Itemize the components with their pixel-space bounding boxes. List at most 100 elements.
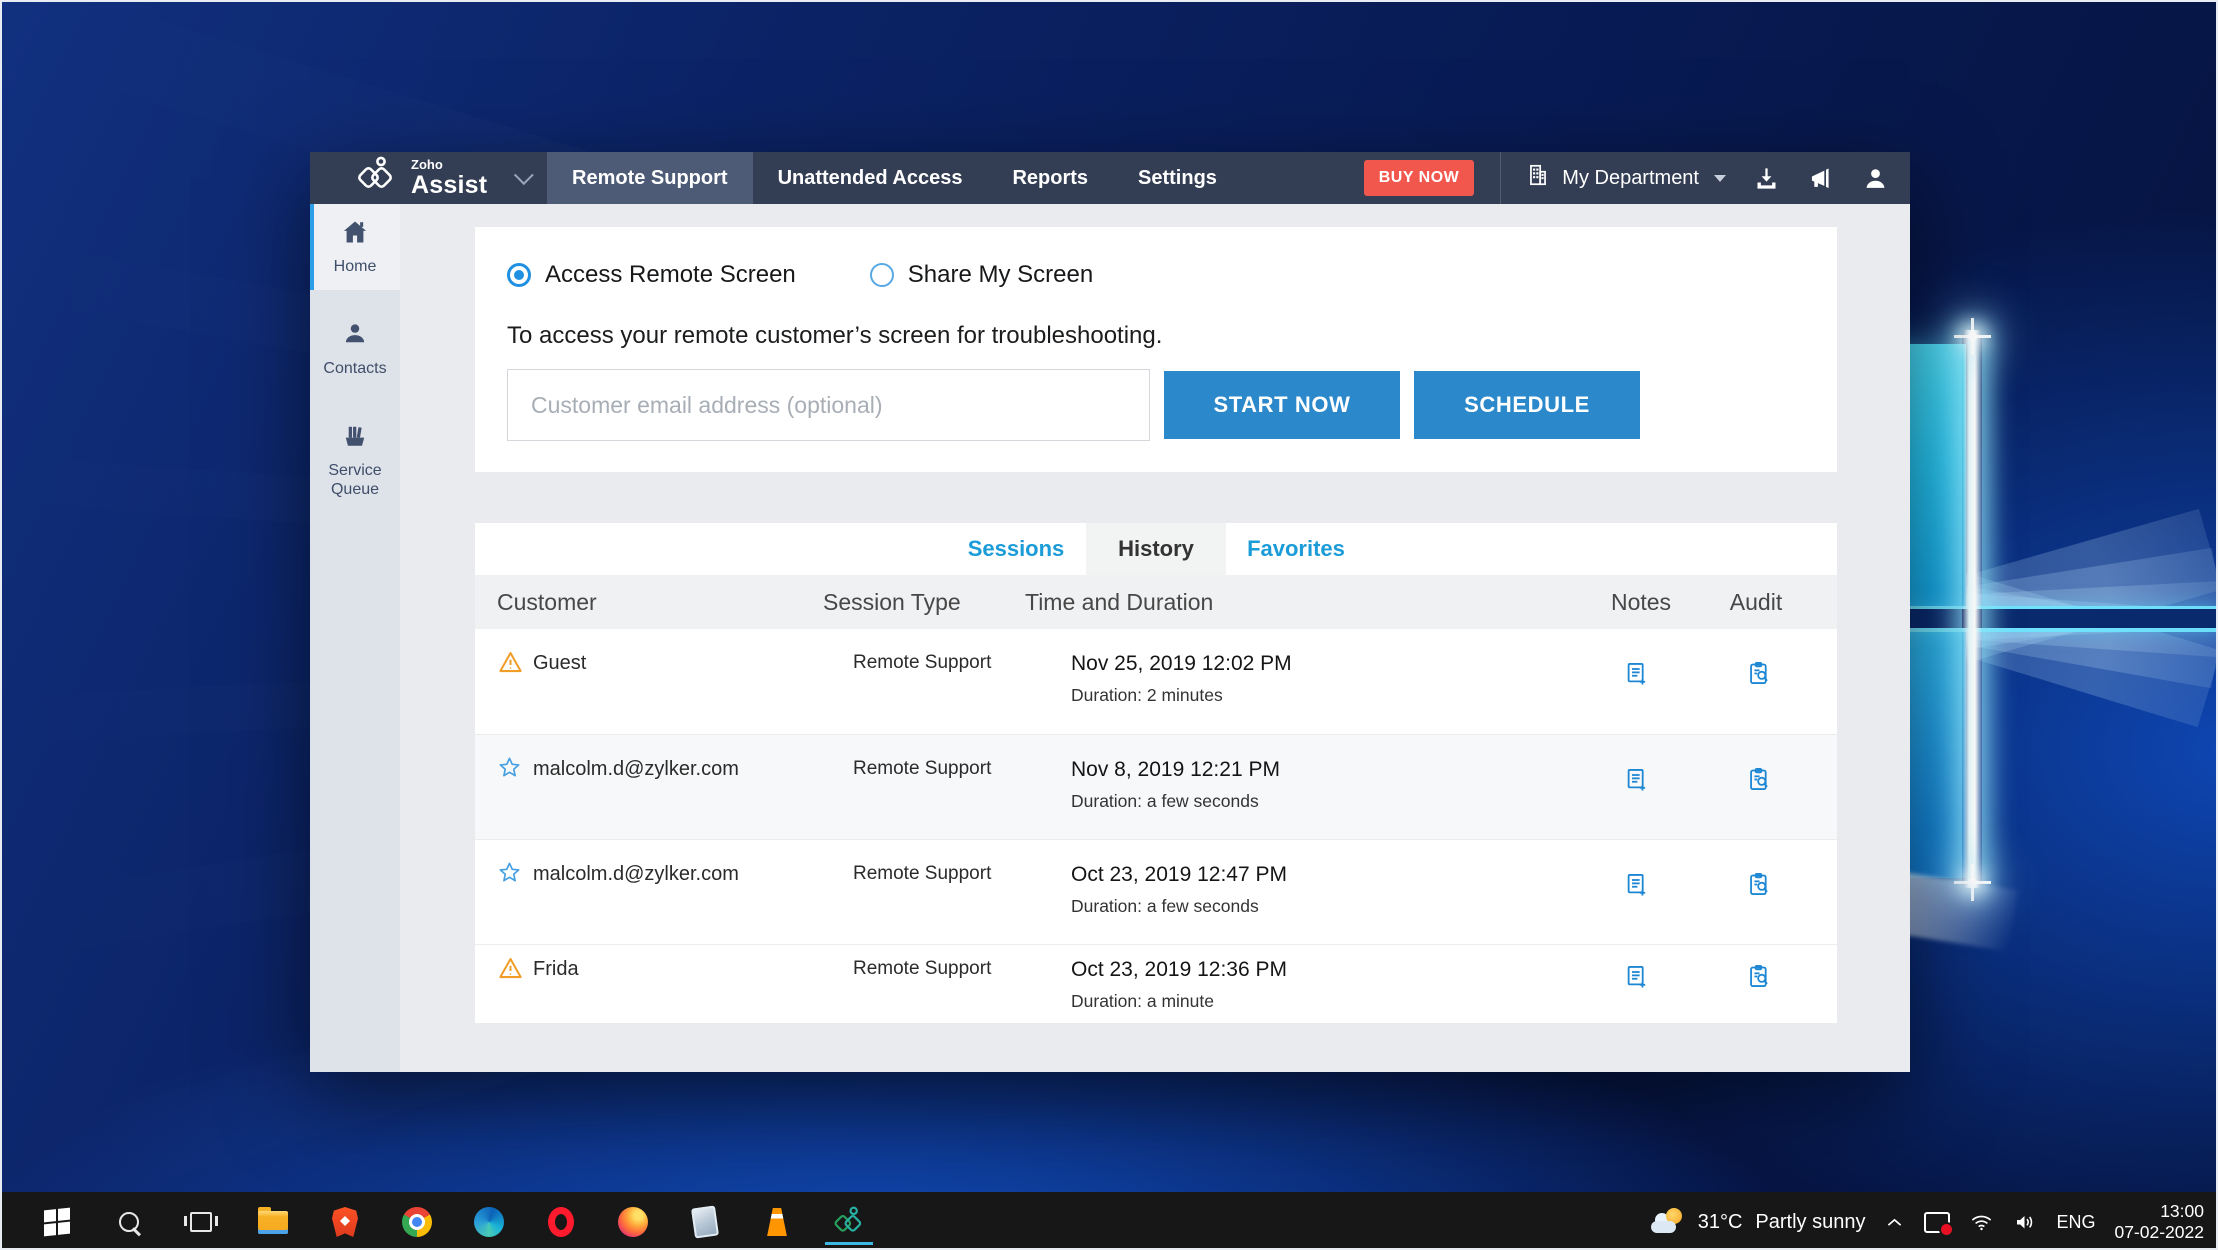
tab-sessions[interactable]: Sessions [946, 523, 1086, 575]
hero-window-frame [1962, 330, 1982, 888]
audit-icon[interactable] [1709, 945, 1809, 1023]
screen-share-tray-icon[interactable] [1924, 1212, 1950, 1233]
customer-name: Guest [533, 629, 853, 734]
table-header: Customer Session Type Time and Duration … [475, 575, 1837, 629]
department-icon [1525, 162, 1551, 194]
brand-assist: Assist [411, 173, 487, 198]
taskbar-icon-brave[interactable] [324, 1197, 366, 1247]
star-icon[interactable] [497, 840, 533, 944]
time-and-duration: Nov 25, 2019 12:02 PMDuration: 2 minutes [1071, 629, 1563, 734]
history-tabs: Sessions History Favorites [475, 523, 1837, 575]
time-and-duration: Oct 23, 2019 12:47 PMDuration: a few sec… [1071, 840, 1563, 944]
brand-zoho: Zoho [411, 158, 487, 171]
taskbar-icon-edge[interactable] [468, 1197, 510, 1247]
sidebar: Home Contacts [310, 204, 400, 1072]
taskbar: 31°C Partly sunny [2, 1192, 2218, 1250]
notes-icon[interactable] [1563, 840, 1709, 944]
audit-icon[interactable] [1709, 629, 1809, 734]
history-table-body: Guest Remote Support Nov 25, 2019 12:02 PM… [475, 629, 1837, 1023]
download-agent-button[interactable] [1753, 165, 1780, 192]
header-divider [1500, 152, 1501, 204]
customer-name: Frida [533, 945, 853, 1023]
schedule-button[interactable]: SCHEDULE [1414, 371, 1640, 439]
sidebar-item-service-queue[interactable]: Service Queue [310, 408, 400, 513]
table-row: GuestRemote SupportNov 25, 2019 12:02 PM… [475, 629, 1837, 734]
service-queue-icon [341, 423, 369, 454]
brand: Zoho Assist [310, 152, 547, 204]
customer-email-input[interactable] [507, 369, 1150, 441]
warning-icon [497, 629, 533, 734]
tab-unattended-access[interactable]: Unattended Access [753, 152, 988, 204]
chevron-up-icon[interactable] [1884, 1212, 1905, 1233]
start-now-button[interactable]: START NOW [1164, 371, 1400, 439]
desktop: Zoho Assist Remote Support Unattended Ac… [0, 0, 2218, 1250]
user-profile-icon[interactable] [1863, 166, 1888, 191]
tab-remote-support[interactable]: Remote Support [547, 152, 753, 204]
app-switcher-chevron-icon[interactable] [514, 165, 534, 185]
taskbar-icon-chrome[interactable] [396, 1197, 438, 1247]
time-and-duration: Oct 23, 2019 12:36 PMDuration: a minute [1071, 945, 1563, 1023]
announcements-icon[interactable] [1807, 165, 1836, 192]
session-type: Remote Support [853, 840, 1071, 944]
clock-time: 13:00 [2114, 1201, 2204, 1222]
star-icon[interactable] [497, 735, 533, 839]
temperature: 31°C [1698, 1211, 1743, 1234]
audit-icon[interactable] [1709, 735, 1809, 839]
clock-date: 07-02-2022 [2114, 1222, 2204, 1243]
session-subtitle: To access your remote customer’s screen … [507, 322, 1805, 350]
table-row: malcolm.d@zylker.comRemote SupportOct 23… [475, 839, 1837, 944]
tab-reports[interactable]: Reports [987, 152, 1113, 204]
taskbar-icon-firefox[interactable] [612, 1197, 654, 1247]
sidebar-item-contacts[interactable]: Contacts [310, 306, 400, 392]
brand-text: Zoho Assist [411, 158, 487, 198]
column-customer: Customer [497, 589, 823, 616]
table-row: malcolm.d@zylker.comRemote SupportNov 8,… [475, 734, 1837, 839]
volume-icon[interactable] [2013, 1210, 2037, 1234]
start-session-card: Access Remote Screen Share My Screen To … [475, 227, 1837, 472]
buy-now-button[interactable]: BUY NOW [1364, 160, 1475, 196]
taskbar-icon-vlc[interactable] [756, 1197, 798, 1247]
taskbar-icon-start[interactable] [36, 1197, 78, 1247]
tab-favorites[interactable]: Favorites [1226, 523, 1366, 575]
column-session-type: Session Type [823, 589, 1025, 616]
audit-icon[interactable] [1709, 840, 1809, 944]
main-nav: Remote Support Unattended Access Reports… [547, 152, 1242, 204]
customer-name: malcolm.d@zylker.com [533, 840, 853, 944]
department-selector[interactable]: My Department [1525, 162, 1726, 194]
language-indicator[interactable]: ENG [2056, 1212, 2095, 1233]
wifi-icon[interactable] [1969, 1211, 1994, 1234]
sparkle [1968, 332, 1977, 341]
app-body: Home Contacts [310, 204, 1910, 1072]
notes-icon[interactable] [1563, 945, 1709, 1023]
taskbar-icon-tablet[interactable] [684, 1197, 726, 1247]
taskbar-clock[interactable]: 13:00 07-02-2022 [2114, 1201, 2204, 1243]
column-audit: Audit [1703, 589, 1809, 616]
hero-window-crossbar [1858, 606, 2218, 632]
customer-name: malcolm.d@zylker.com [533, 735, 853, 839]
department-label: My Department [1562, 167, 1699, 190]
radio-share-my-screen[interactable]: Share My Screen [870, 261, 1093, 289]
session-type: Remote Support [853, 945, 1071, 1023]
taskbar-icon-task-view[interactable] [180, 1197, 222, 1247]
contacts-icon [342, 321, 368, 352]
notes-icon[interactable] [1563, 629, 1709, 734]
taskbar-icon-zoho-assist[interactable] [828, 1197, 870, 1247]
sidebar-item-label: Contacts [323, 359, 386, 378]
sidebar-item-home[interactable]: Home [310, 204, 400, 290]
table-row: FridaRemote SupportOct 23, 2019 12:36 PM… [475, 944, 1837, 1023]
radio-access-remote-screen[interactable]: Access Remote Screen [507, 261, 796, 289]
taskbar-icon-file-explorer[interactable] [252, 1197, 294, 1247]
taskbar-icon-opera[interactable] [540, 1197, 582, 1247]
tab-history[interactable]: History [1086, 523, 1226, 575]
main-content: Access Remote Screen Share My Screen To … [400, 204, 1910, 1072]
session-action-row: START NOW SCHEDULE [507, 369, 1805, 441]
weather-widget[interactable]: 31°C Partly sunny [1651, 1208, 1866, 1236]
notes-icon[interactable] [1563, 735, 1709, 839]
home-icon [341, 219, 369, 250]
app-header: Zoho Assist Remote Support Unattended Ac… [310, 152, 1910, 204]
weather-condition: Partly sunny [1755, 1211, 1865, 1234]
taskbar-icon-search[interactable] [108, 1197, 150, 1247]
column-notes: Notes [1579, 589, 1703, 616]
column-time-duration: Time and Duration [1025, 589, 1579, 616]
tab-settings[interactable]: Settings [1113, 152, 1242, 204]
